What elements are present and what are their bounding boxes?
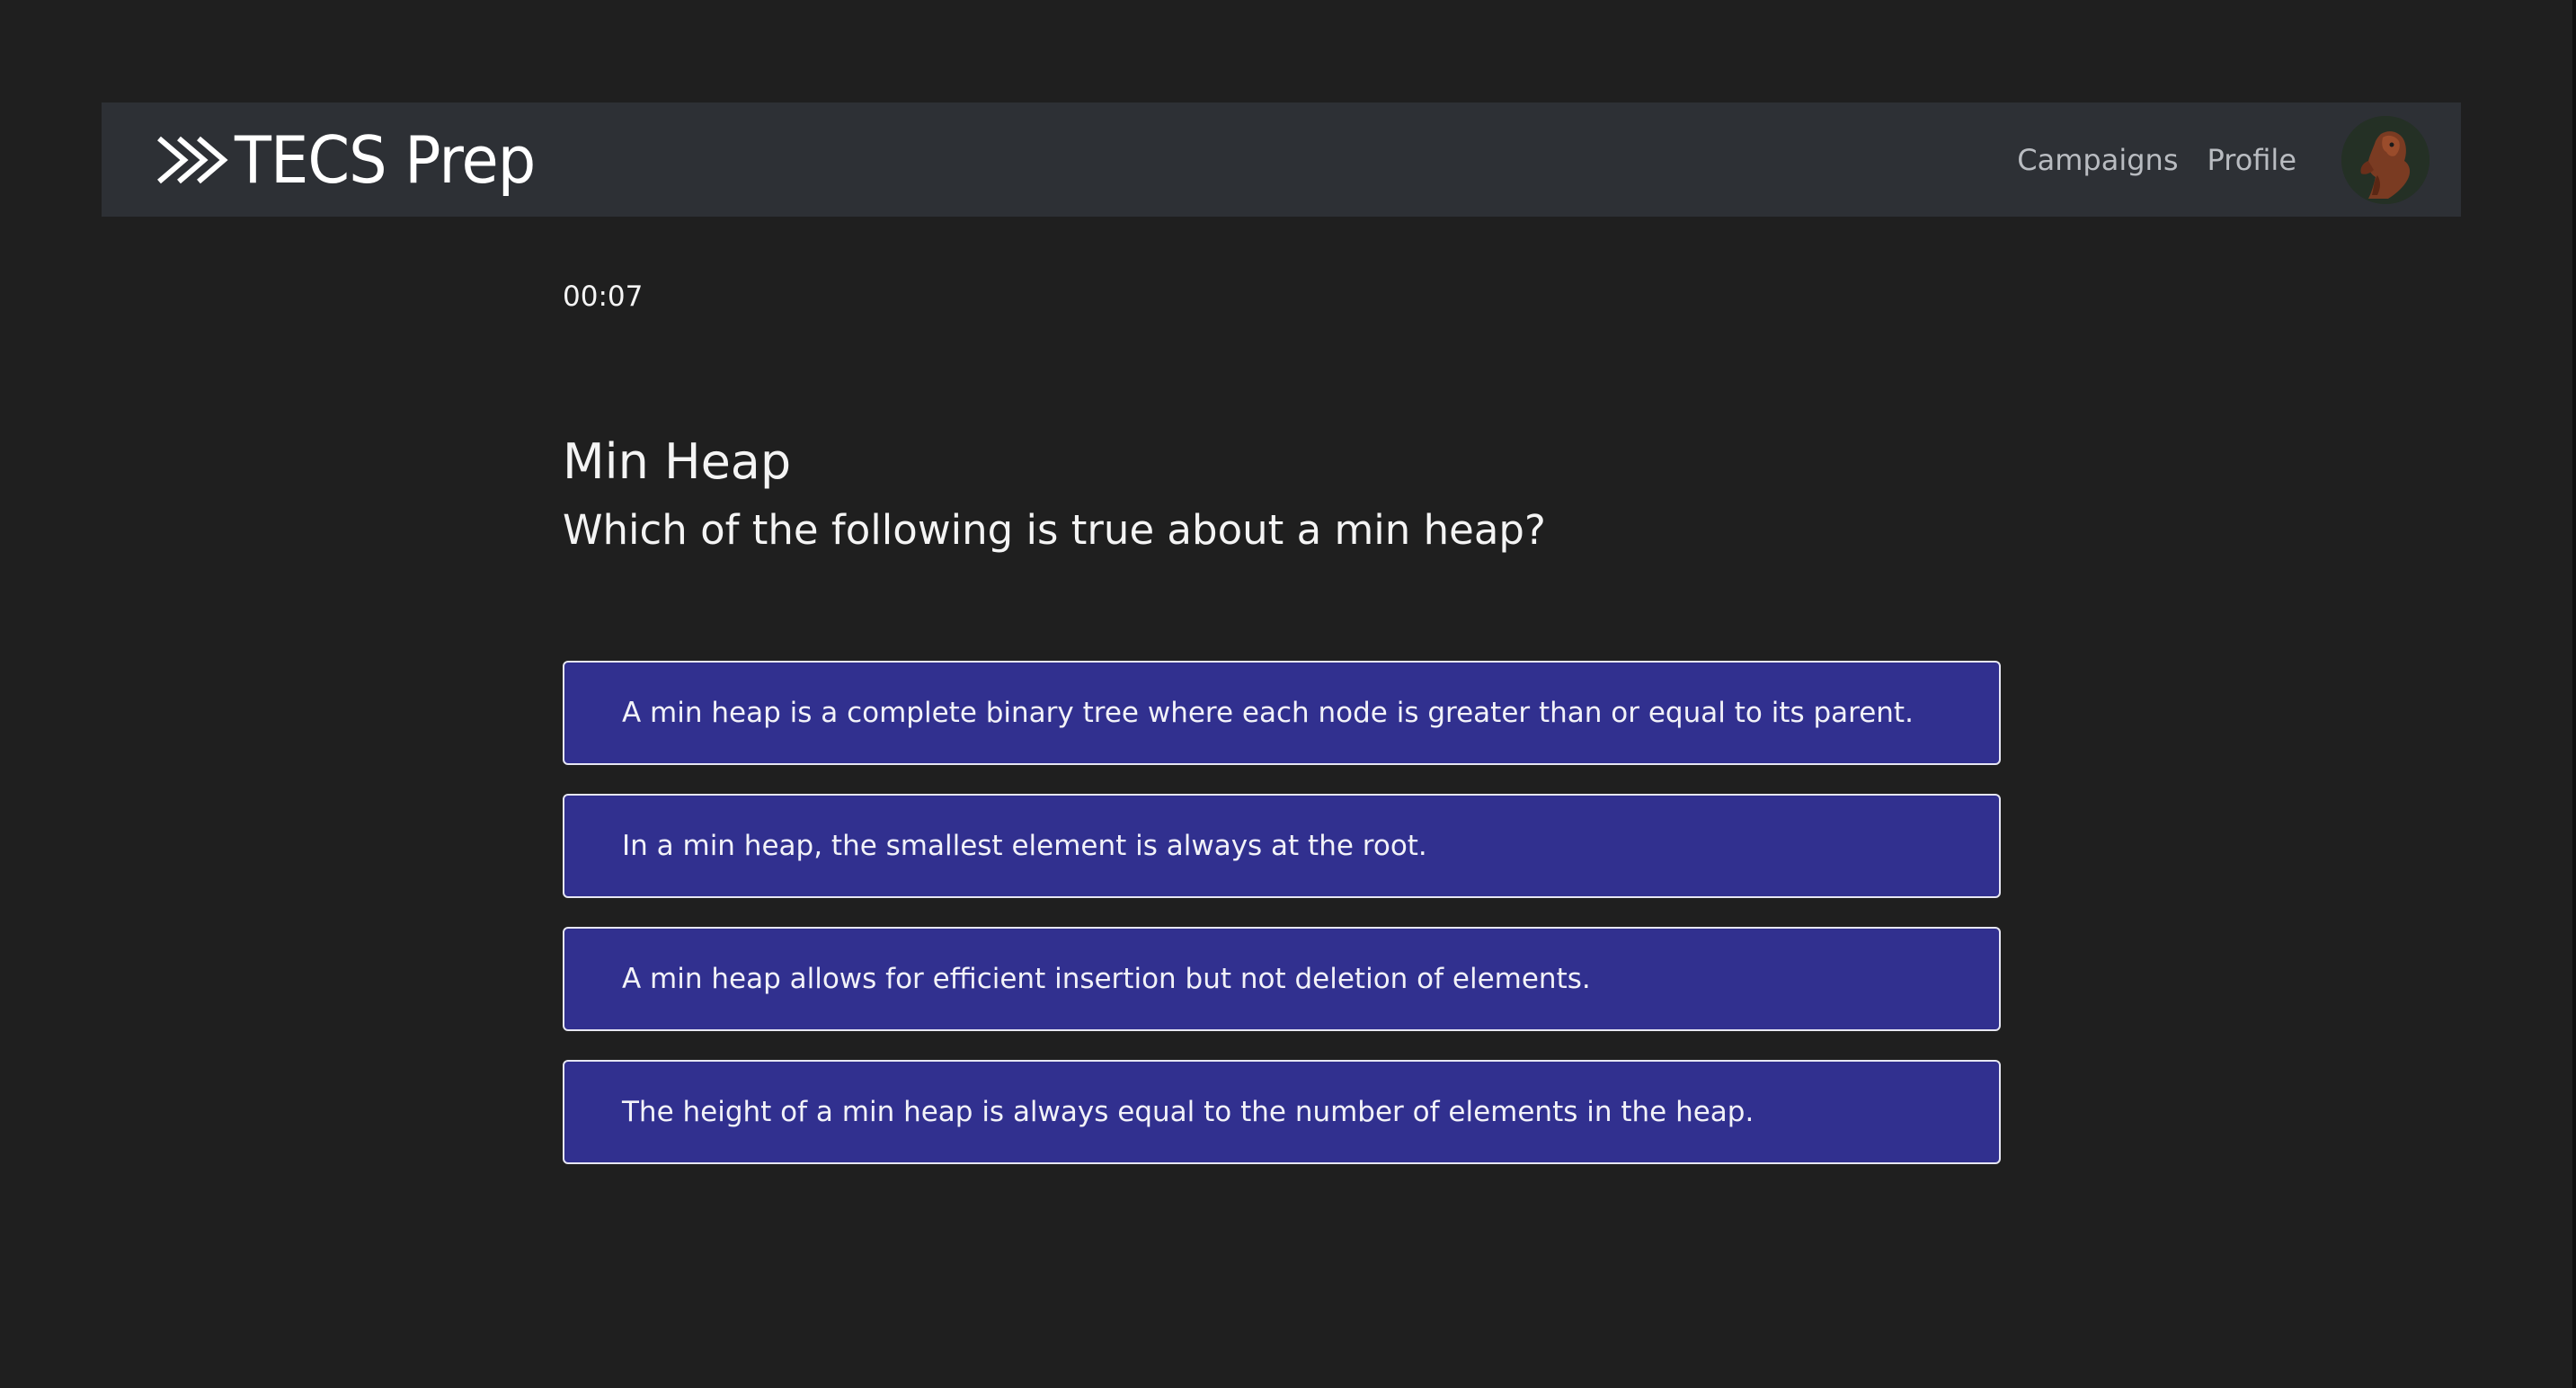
answer-option-3[interactable]: A min heap allows for efficient insertio… [563, 927, 2001, 1031]
answer-option-1[interactable]: A min heap is a complete binary tree whe… [563, 661, 2001, 765]
question-text: Which of the following is true about a m… [563, 506, 1546, 554]
nav-links: Campaigns Profile [2017, 102, 2429, 217]
top-navbar: TECS Prep Campaigns Profile [102, 102, 2461, 217]
double-chevron-right-icon [157, 136, 228, 183]
answer-option-2[interactable]: In a min heap, the smallest element is a… [563, 794, 2001, 898]
avatar[interactable] [2341, 115, 2429, 204]
quiz-timer: 00:07 [563, 280, 644, 313]
answer-options-list: A min heap is a complete binary tree whe… [563, 661, 2001, 1193]
nav-link-campaigns[interactable]: Campaigns [2017, 143, 2178, 177]
nav-link-profile[interactable]: Profile [2207, 143, 2297, 177]
window-edge [2572, 0, 2576, 1388]
brand-name: TECS Prep [235, 121, 536, 198]
dog-avatar-icon [2341, 115, 2429, 204]
question-topic-title: Min Heap [563, 433, 792, 490]
brand-logo-link[interactable]: TECS Prep [152, 102, 558, 217]
answer-option-4[interactable]: The height of a min heap is always equal… [563, 1060, 2001, 1164]
